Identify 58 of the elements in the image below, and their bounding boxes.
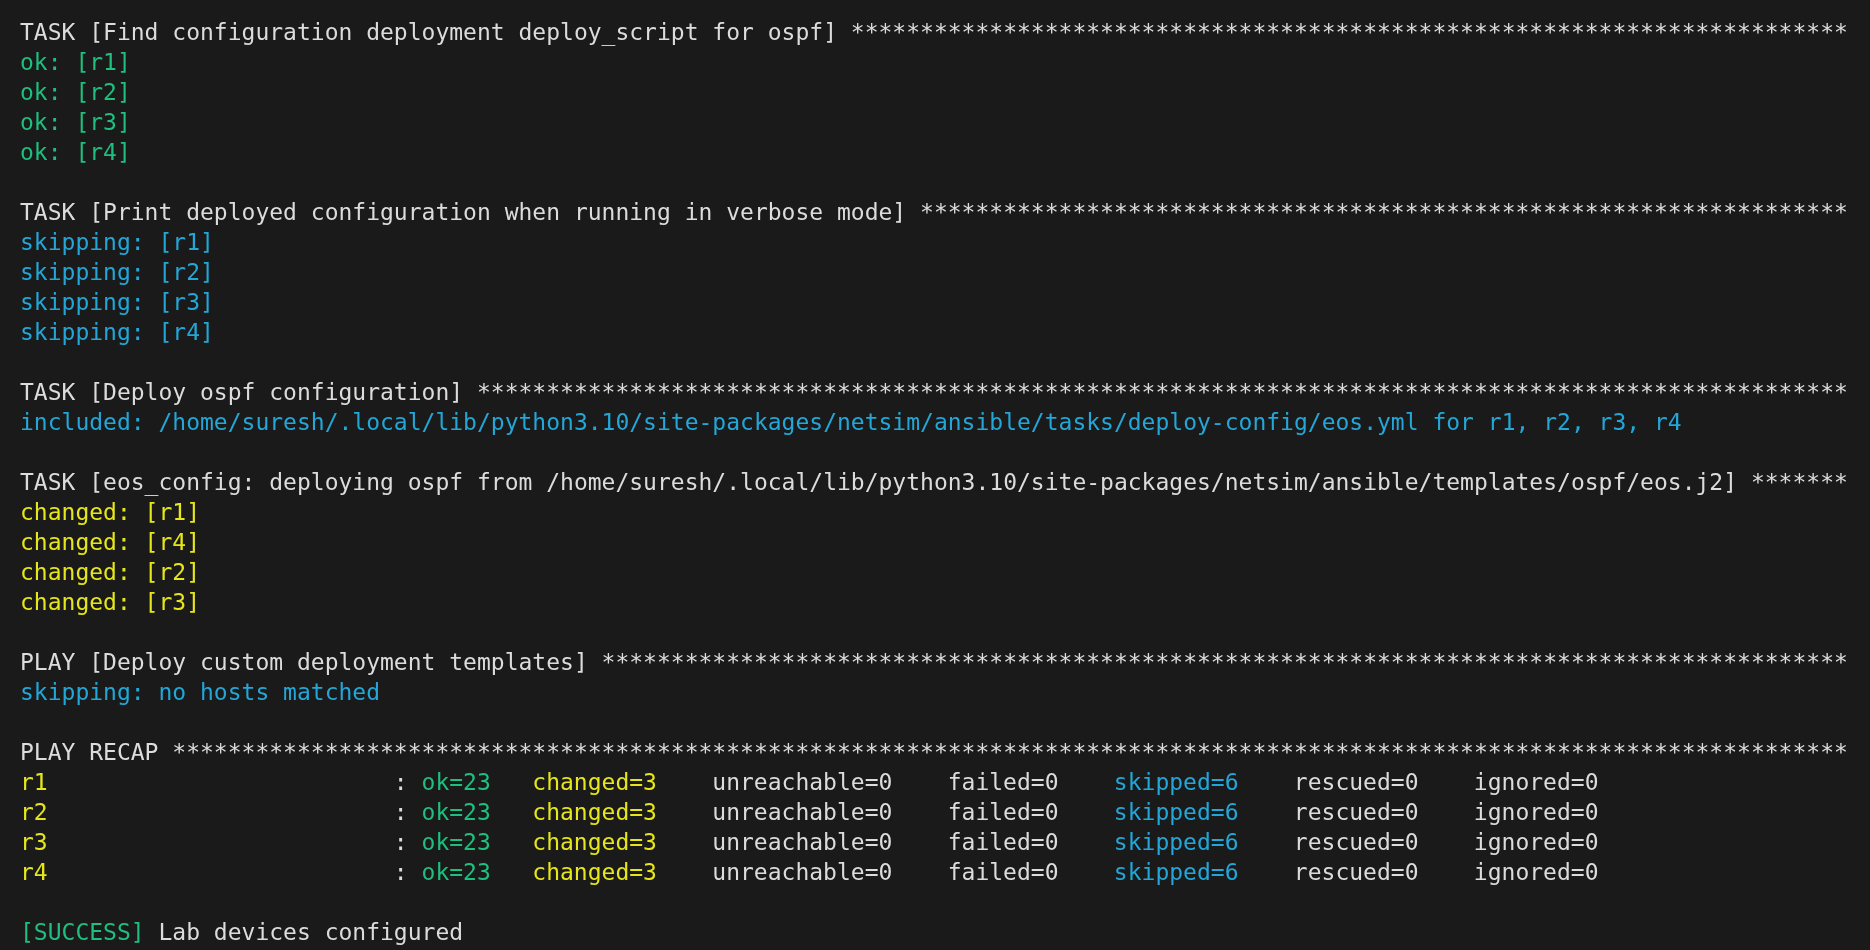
colon-separator: : <box>393 768 408 797</box>
recap-stat: failed=0 <box>947 828 1059 857</box>
recap-stat: unreachable=0 <box>712 828 893 857</box>
output-line: ok: [r4] <box>20 138 131 167</box>
output-line: skipping: [r3] <box>20 288 214 317</box>
host-name: r2 <box>20 798 48 827</box>
recap-stat: ignored=0 <box>1473 828 1599 857</box>
recap-stat: ignored=0 <box>1473 858 1599 887</box>
host-name: r4 <box>20 858 48 887</box>
host-name: r3 <box>20 828 48 857</box>
output-line: skipping: [r2] <box>20 258 214 287</box>
recap-stat: ok=23 <box>421 768 491 797</box>
output-line: skipping: no hosts matched <box>20 678 381 707</box>
recap-stat: skipped=6 <box>1113 828 1239 857</box>
recap-stat: changed=3 <box>532 798 657 827</box>
recap-stat: skipped=6 <box>1113 798 1239 827</box>
recap-stat: unreachable=0 <box>712 798 893 827</box>
output-line: ok: [r3] <box>20 108 131 137</box>
task-header: TASK [eos_config: deploying ospf from /home/suresh/.local/lib/python3.10/site-packages/netsim/ansible/templates/ospf/eos.j2] ******* <box>20 468 1848 497</box>
output-line: changed: [r1] <box>20 498 200 527</box>
output-line: included: /home/suresh/.local/lib/python3.10/site-packages/netsim/ansible/tasks/deploy-config/eos.yml for r1, r2, r3, r4 <box>20 408 1682 437</box>
recap-stat: rescued=0 <box>1293 798 1419 827</box>
output-line: ok: [r1] <box>20 48 131 77</box>
recap-stat: skipped=6 <box>1113 858 1239 887</box>
task-header: TASK [Print deployed configuration when running in verbose mode] ******************************************************************* <box>20 198 1848 227</box>
task-header: TASK [Find configuration deployment deploy_script for ospf] ************************************************************************ <box>20 18 1848 47</box>
output-line: skipping: [r4] <box>20 318 214 347</box>
recap-stat: failed=0 <box>947 858 1059 887</box>
task-header: TASK [Deploy ospf configuration] *************************************************************************************************** <box>20 378 1848 407</box>
recap-stat: failed=0 <box>947 798 1059 827</box>
recap-stat: ok=23 <box>421 828 491 857</box>
output-line: ok: [r2] <box>20 78 131 107</box>
recap-stat: changed=3 <box>532 828 657 857</box>
output-line: skipping: [r1] <box>20 228 214 257</box>
recap-stat: changed=3 <box>532 768 657 797</box>
task-header: PLAY RECAP ************************************************************************************************************************* <box>20 738 1848 767</box>
output-line: changed: [r4] <box>20 528 200 557</box>
recap-stat: ok=23 <box>421 798 491 827</box>
recap-stat: rescued=0 <box>1293 858 1419 887</box>
recap-stat: changed=3 <box>532 858 657 887</box>
recap-stat: ok=23 <box>421 858 491 887</box>
recap-stat: ignored=0 <box>1473 768 1599 797</box>
output-line: changed: [r3] <box>20 588 200 617</box>
recap-stat: ignored=0 <box>1473 798 1599 827</box>
recap-stat: rescued=0 <box>1293 768 1419 797</box>
output-line: changed: [r2] <box>20 558 200 587</box>
recap-stat: unreachable=0 <box>712 858 893 887</box>
recap-stat: failed=0 <box>947 768 1059 797</box>
status-label: [SUCCESS] <box>20 918 145 947</box>
recap-stat: rescued=0 <box>1293 828 1419 857</box>
host-name: r1 <box>20 768 48 797</box>
colon-separator: : <box>393 828 408 857</box>
colon-separator: : <box>393 858 408 887</box>
colon-separator: : <box>393 798 408 827</box>
recap-stat: unreachable=0 <box>712 768 893 797</box>
status-message: Lab devices configured <box>158 918 464 947</box>
recap-stat: skipped=6 <box>1113 768 1239 797</box>
task-header: PLAY [Deploy custom deployment templates] ****************************************************************************************** <box>20 648 1848 677</box>
